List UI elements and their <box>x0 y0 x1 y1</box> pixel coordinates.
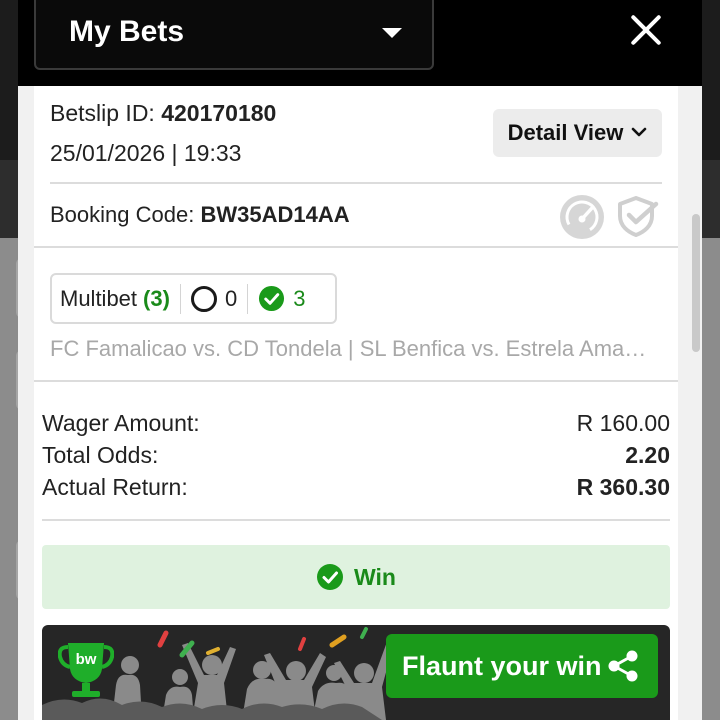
flaunt-your-win-button[interactable]: Flaunt your win <box>386 634 658 698</box>
summary-label: Total Odds: <box>42 442 159 468</box>
divider <box>50 182 662 184</box>
check-circle-icon <box>317 564 344 590</box>
booking-code: Booking Code: BW35AD14AA <box>50 202 350 228</box>
summary-value: R 160.00 <box>576 410 670 436</box>
summary-value: R 360.30 <box>576 474 670 500</box>
bet-type-count: (3) <box>143 285 170 311</box>
open-selections-count: 0 <box>224 285 238 311</box>
trophy-logo-text: bw <box>76 651 97 668</box>
separator <box>179 283 181 314</box>
check-circle-icon <box>259 285 285 312</box>
detail-view-label: Detail View <box>507 120 624 145</box>
page-title: My Bets <box>69 15 185 48</box>
gauge-icon[interactable] <box>559 194 605 240</box>
my-bets-modal: My Bets Betslip ID: 420170180 25/01/2026… <box>18 0 702 720</box>
betslip-id: Betslip ID: 420170180 <box>50 100 276 127</box>
separator <box>247 283 249 314</box>
wager-amount-row: Wager Amount: R 160.00 <box>42 410 670 437</box>
close-icon[interactable] <box>624 8 668 52</box>
caret-down-icon <box>382 28 402 38</box>
betslip-datetime: 25/01/2026 | 19:33 <box>50 140 242 166</box>
divider <box>42 519 670 521</box>
result-badge: Win <box>42 545 670 609</box>
detail-view-button[interactable]: Detail View <box>493 109 662 157</box>
betslip-card: Betslip ID: 420170180 25/01/2026 | 19:33… <box>34 86 678 720</box>
shield-check-icon[interactable] <box>616 194 660 238</box>
flaunt-label: Flaunt your win <box>402 650 602 681</box>
booking-code-label: Booking Code: <box>50 202 195 227</box>
divider <box>34 380 678 382</box>
divider <box>34 246 678 248</box>
matches-summary: FC Famalicao vs. CD Tondela | SL Benfica… <box>50 336 650 361</box>
actual-return-row: Actual Return: R 360.30 <box>42 474 670 501</box>
total-odds-row: Total Odds: 2.20 <box>42 442 670 469</box>
bets-view-dropdown[interactable]: My Bets <box>34 0 434 70</box>
share-icon <box>608 650 638 682</box>
summary-label: Wager Amount: <box>42 410 200 436</box>
betslip-id-value: 420170180 <box>161 100 277 126</box>
trophy-icon: bw <box>58 643 114 697</box>
result-label: Win <box>354 563 396 590</box>
circle-open-icon <box>190 285 217 312</box>
flaunt-panel: bw Flaunt your win <box>42 625 670 720</box>
booking-code-value: BW35AD14AA <box>200 202 350 227</box>
bet-type-summary: Multibet (3) 0 3 <box>50 273 337 324</box>
summary-label: Actual Return: <box>42 474 188 500</box>
chevron-down-icon <box>632 127 647 137</box>
modal-header: My Bets <box>18 0 702 86</box>
betslip-id-label: Betslip ID: <box>50 100 155 126</box>
summary-value: 2.20 <box>625 442 670 468</box>
bet-type-label: Multibet <box>60 285 138 311</box>
scrollbar[interactable] <box>692 214 700 352</box>
won-selections-count: 3 <box>293 285 306 311</box>
